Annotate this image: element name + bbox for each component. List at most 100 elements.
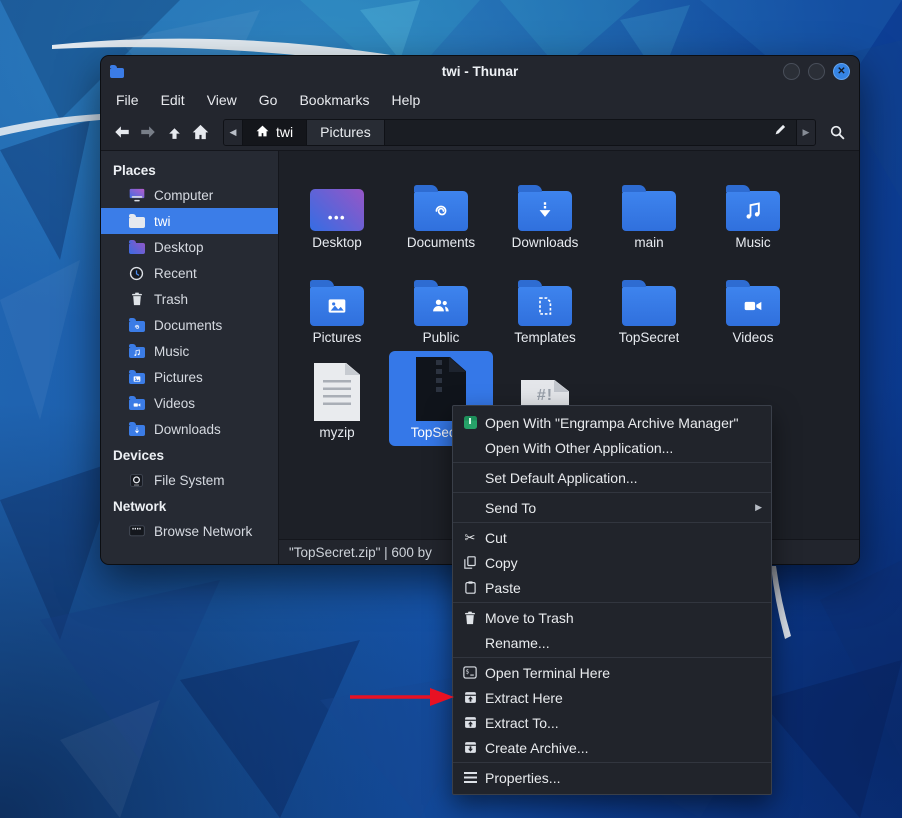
folder-downloads[interactable]: Downloads (493, 161, 597, 256)
edit-pencil-icon[interactable] (774, 123, 787, 141)
menu-item-label: Open With "Engrampa Archive Manager" (485, 415, 739, 431)
file-label: main (634, 235, 663, 250)
sidebar: PlacesComputertwiDesktopRecentTrashDocum… (101, 151, 279, 564)
sidebar-item-trash[interactable]: Trash (101, 286, 278, 312)
folder-documents[interactable]: Documents (389, 161, 493, 256)
path-scroll-right-icon[interactable]: ▶ (796, 120, 815, 145)
menu-item-label: Cut (485, 530, 507, 546)
sidebar-item-documents[interactable]: Documents (101, 312, 278, 338)
folder-icon (622, 167, 676, 231)
menu-item-label: Copy (485, 555, 518, 571)
path-entry[interactable] (385, 120, 796, 145)
maximize-button[interactable] (808, 63, 825, 80)
sidebar-item-label: Browse Network (154, 524, 252, 539)
menu-item-open-with-other-application[interactable]: Open With Other Application... (453, 435, 771, 460)
sidebar-item-music[interactable]: Music (101, 338, 278, 364)
menu-item-cut[interactable]: ✂ Cut (453, 525, 771, 550)
sidebar-item-label: twi (154, 214, 171, 229)
path-button-pictures[interactable]: Pictures (307, 120, 385, 145)
sidebar-item-label: Trash (154, 292, 188, 307)
file-label: Music (735, 235, 770, 250)
menu-item-label: Send To (485, 500, 536, 516)
sidebar-item-label: Downloads (154, 422, 221, 437)
window-title: twi - Thunar (101, 64, 859, 79)
folder-icon (310, 262, 364, 326)
menu-item-extract-here[interactable]: Extract Here (453, 685, 771, 710)
menu-separator (453, 657, 771, 658)
sidebar-item-twi[interactable]: twi (101, 208, 278, 234)
sidebar-item-recent[interactable]: Recent (101, 260, 278, 286)
close-button[interactable]: ✕ (833, 63, 850, 80)
menu-item-move-to-trash[interactable]: Move to Trash (453, 605, 771, 630)
pathbar: ◀ twiPictures ▶ (223, 119, 816, 146)
file-myzip[interactable]: myzip (285, 351, 389, 446)
submenu-arrow-icon: ▶ (755, 502, 762, 513)
menu-item-create-archive[interactable]: Create Archive... (453, 735, 771, 760)
forward-button[interactable] (135, 119, 161, 145)
sidebar-item-label: Pictures (154, 370, 203, 385)
sidebar-item-desktop[interactable]: Desktop (101, 234, 278, 260)
sidebar-item-browse-network[interactable]: Browse Network (101, 518, 278, 544)
back-button[interactable] (109, 119, 135, 145)
menubar-go[interactable]: Go (250, 89, 287, 111)
window-folder-icon (110, 68, 124, 78)
minimize-button[interactable] (783, 63, 800, 80)
path-button-twi[interactable]: twi (243, 120, 307, 145)
folder-desktop[interactable]: •••Desktop (285, 161, 389, 256)
file-label: Videos (732, 330, 773, 345)
path-scroll-left-icon[interactable]: ◀ (224, 120, 243, 145)
menubar-help[interactable]: Help (383, 89, 430, 111)
sidebar-item-file-system[interactable]: File System (101, 467, 278, 493)
menu-item-set-default-application[interactable]: Set Default Application... (453, 465, 771, 490)
properties-icon (462, 772, 478, 783)
menubar: FileEditViewGoBookmarksHelp (101, 86, 859, 114)
clipboard-icon (462, 581, 478, 594)
menu-separator (453, 602, 771, 603)
search-icon (829, 124, 846, 141)
extract-icon (462, 716, 478, 729)
clock-icon (128, 266, 145, 281)
menubar-file[interactable]: File (107, 89, 148, 111)
folder-icon (414, 167, 468, 231)
sidebar-item-label: File System (154, 473, 225, 488)
menubar-edit[interactable]: Edit (152, 89, 194, 111)
sidebar-item-downloads[interactable]: Downloads (101, 416, 278, 442)
menu-item-rename[interactable]: Rename... (453, 630, 771, 655)
menu-separator (453, 762, 771, 763)
network-icon (128, 525, 145, 538)
folder-blue-icon (128, 422, 145, 436)
folder-pictures[interactable]: Pictures (285, 256, 389, 351)
scissors-icon: ✂ (462, 531, 478, 544)
sidebar-item-computer[interactable]: Computer (101, 182, 278, 208)
search-button[interactable] (823, 119, 851, 145)
menu-item-label: Open With Other Application... (485, 440, 673, 456)
terminal-icon: $ (462, 666, 478, 679)
menu-item-open-terminal-here[interactable]: $Open Terminal Here (453, 660, 771, 685)
menubar-view[interactable]: View (198, 89, 246, 111)
menu-item-send-to[interactable]: Send To ▶ (453, 495, 771, 520)
trash-icon (462, 611, 478, 625)
folder-icon (414, 262, 468, 326)
folder-main[interactable]: main (597, 161, 701, 256)
folder-topsecret[interactable]: TopSecret (597, 256, 701, 351)
sidebar-item-videos[interactable]: Videos (101, 390, 278, 416)
titlebar[interactable]: twi - Thunar ✕ (101, 56, 859, 86)
folder-public[interactable]: Public (389, 256, 493, 351)
folder-templates[interactable]: Templates (493, 256, 597, 351)
menubar-bookmarks[interactable]: Bookmarks (290, 89, 378, 111)
folder-icon (622, 262, 676, 326)
menu-item-copy[interactable]: Copy (453, 550, 771, 575)
up-button[interactable] (161, 119, 187, 145)
menu-item-paste[interactable]: Paste (453, 575, 771, 600)
folder-videos[interactable]: Videos (701, 256, 805, 351)
sidebar-item-pictures[interactable]: Pictures (101, 364, 278, 390)
home-button[interactable] (187, 119, 213, 145)
menu-item-extract-to[interactable]: Extract To... (453, 710, 771, 735)
folder-music[interactable]: Music (701, 161, 805, 256)
menu-item-properties[interactable]: Properties... (453, 765, 771, 790)
sidebar-item-label: Recent (154, 266, 197, 281)
folder-icon (518, 167, 572, 231)
menu-item-open-with-engrampa-archive-manager[interactable]: Open With "Engrampa Archive Manager" (453, 410, 771, 435)
file-label: Pictures (313, 330, 362, 345)
extract-icon (462, 691, 478, 704)
